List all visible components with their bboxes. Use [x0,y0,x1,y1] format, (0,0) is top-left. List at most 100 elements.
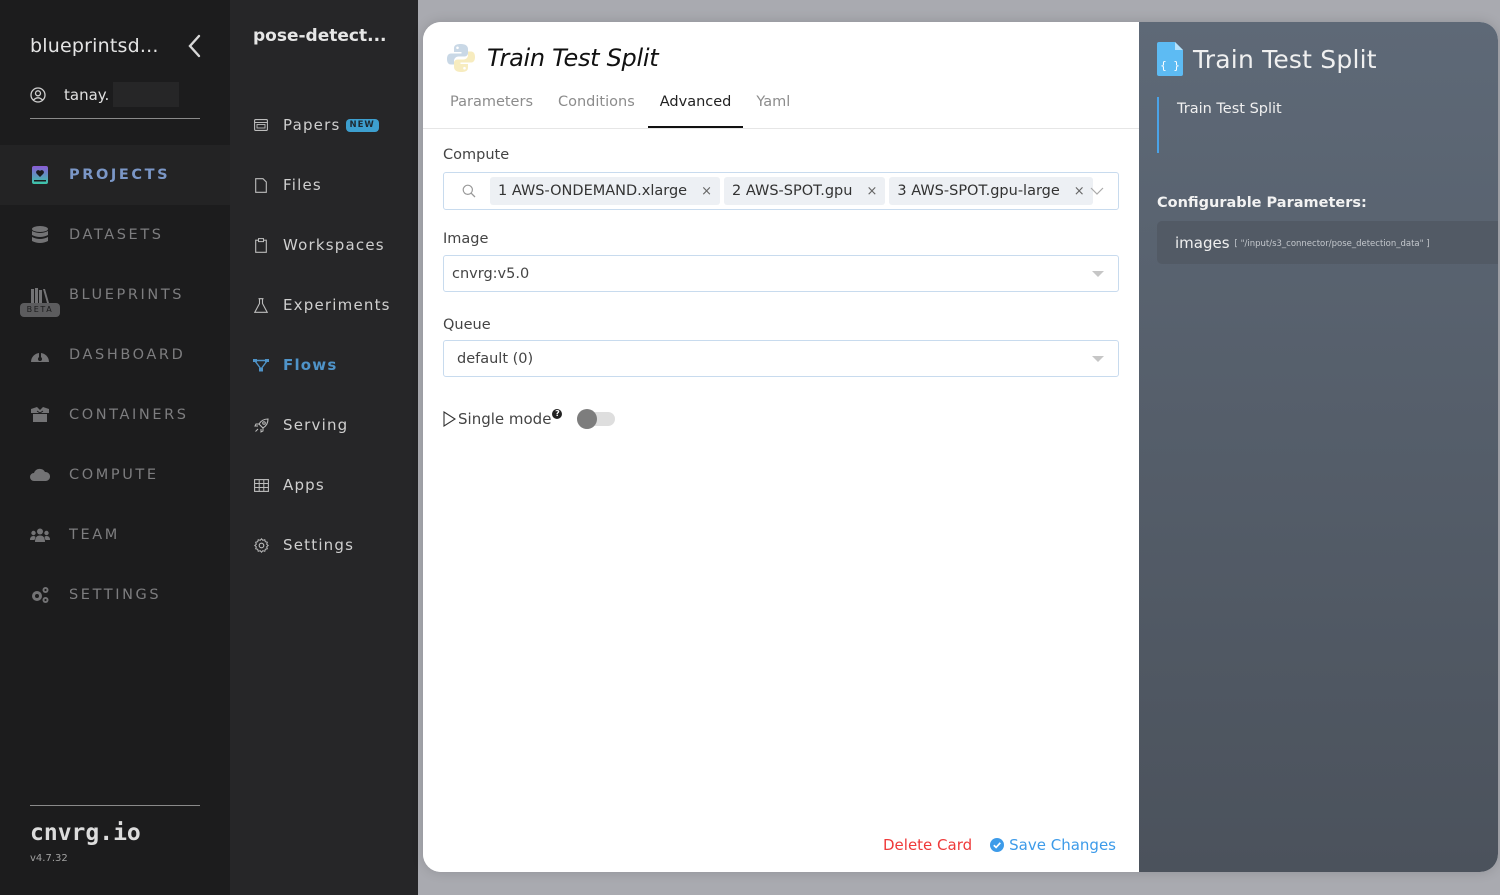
gauge-icon [30,345,50,365]
nav-label: TEAM [69,527,120,543]
project-nav-label: Workspaces [283,236,385,254]
details-description: Train Test Split [1157,97,1282,153]
remove-tag-icon[interactable]: × [701,184,712,199]
toggle-knob [577,409,598,429]
tab-advanced[interactable]: Advanced [647,86,744,128]
project-nav-apps[interactable]: Apps [230,455,418,515]
nav-label: PROJECTS [69,167,171,183]
remove-tag-icon[interactable]: × [866,184,877,199]
help-icon[interactable]: ? [552,409,563,419]
remove-tag-icon[interactable]: × [1074,184,1085,199]
nav-item-team[interactable]: TEAM [0,505,230,565]
search-icon [462,184,476,198]
project-title[interactable]: pose-detect... [253,26,387,46]
project-nav-serving[interactable]: Serving [230,395,418,455]
queue-value: default (0) [457,350,534,367]
chevron-left-icon [188,34,201,58]
project-nav-workspaces[interactable]: Workspaces [230,215,418,275]
gear-icon [253,537,269,553]
main-nav: PROJECTS DATASETS BLUEPRINTS DASHBOARD C… [0,145,230,625]
nav-label: BLUEPRINTS [69,287,185,303]
save-changes-button[interactable]: Save Changes [990,836,1116,854]
beta-badge: BETA [20,303,60,317]
check-circle-icon [990,838,1005,852]
card-title: Train Test Split [487,44,659,72]
nav-label: DASHBOARD [69,347,186,363]
flask-icon [253,297,269,313]
project-nav-label: Flows [283,356,338,374]
grid-icon [253,477,269,493]
compute-tag: 2 AWS-SPOT.gpu × [724,177,886,205]
nav-label: SETTINGS [69,587,162,603]
card-settings-panel: Train Test Split Parameters Conditions A… [423,22,1139,872]
collapse-sidebar-button[interactable] [183,33,205,59]
project-sidebar: pose-detect... Papers NEW Files Workspac… [230,0,418,895]
project-nav-label: Serving [283,416,349,434]
parameter-name: images [1175,233,1230,252]
user-circle-icon [30,86,46,103]
chevron-down-icon[interactable] [1090,184,1104,198]
tab-yaml[interactable]: Yaml [744,86,802,128]
queue-select[interactable]: default (0) [443,340,1119,377]
parameter-value: [ "/input/s3_connector/pose_detection_da… [1234,239,1430,249]
new-badge: NEW [345,118,379,132]
project-nav-label: Settings [283,536,355,554]
nav-item-containers[interactable]: CONTAINERS [0,385,230,445]
org-name[interactable]: blueprintsd... [30,35,159,57]
project-nav-flows[interactable]: Flows [230,335,418,395]
compute-label: Compute [443,147,510,163]
image-select[interactable]: cnvrg:v5.0 [443,255,1119,292]
details-header: { } Train Test Split [1157,42,1377,76]
project-nav-settings[interactable]: Settings [230,515,418,575]
project-nav-experiments[interactable]: Experiments [230,275,418,335]
gears-icon [30,585,50,605]
nav-item-settings[interactable]: SETTINGS [0,565,230,625]
nav-item-datasets[interactable]: DATASETS [0,205,230,265]
card-header: Train Test Split [445,42,659,74]
user-name-redaction [113,82,180,107]
project-nav-papers[interactable]: Papers NEW [230,95,418,155]
projects-book-icon [30,165,50,185]
delete-card-button[interactable]: Delete Card [883,836,972,854]
json-file-icon: { } [1157,42,1183,76]
compute-multiselect[interactable]: 1 AWS-ONDEMAND.xlarge × 2 AWS-SPOT.gpu × 3… [443,172,1119,210]
database-icon [30,225,50,245]
image-value: cnvrg:v5.0 [452,265,530,282]
tab-conditions[interactable]: Conditions [546,86,647,128]
user-row[interactable]: tanay. [30,82,180,107]
brand-logo: cnvrg.io [30,820,141,846]
users-icon [30,525,50,545]
sidebar-divider-bottom [30,805,200,806]
user-name: tanay. [64,85,110,104]
caret-down-icon [1092,271,1104,277]
configurable-parameters-label: Configurable Parameters: [1157,195,1367,211]
flows-icon [253,357,269,373]
nav-item-projects[interactable]: PROJECTS [0,145,230,205]
papers-icon [253,117,269,133]
queue-label: Queue [443,317,491,333]
main-sidebar: blueprintsd... tanay. PROJECTS DATASETS … [0,0,230,895]
compute-tag: 1 AWS-ONDEMAND.xlarge × [490,177,721,205]
clipboard-icon [253,237,269,253]
save-changes-label: Save Changes [1009,836,1116,854]
card-details-panel: { } Train Test Split Train Test Split Co… [1139,22,1498,872]
expand-triangle-icon[interactable] [443,411,456,427]
compute-tag-label: 3 AWS-SPOT.gpu-large [897,183,1060,199]
tab-parameters[interactable]: Parameters [438,86,545,128]
parameter-row: images [ "/input/s3_connector/pose_detec… [1157,221,1498,264]
card-tabs: Parameters Conditions Advanced Yaml [438,86,803,128]
details-title: Train Test Split [1193,44,1377,74]
project-nav-files[interactable]: Files [230,155,418,215]
cloud-icon [30,465,50,485]
org-row: blueprintsd... [30,33,205,59]
nav-item-dashboard[interactable]: DASHBOARD [0,325,230,385]
single-mode-toggle[interactable] [577,409,616,429]
card-footer: Delete Card Save Changes [883,836,1116,854]
file-icon [253,177,269,193]
nav-item-compute[interactable]: COMPUTE [0,445,230,505]
nav-label: COMPUTE [69,467,159,483]
nav-label: DATASETS [69,227,164,243]
single-mode-row: Single mode ? [443,409,616,429]
tabs-divider [423,128,1139,129]
project-nav: Papers NEW Files Workspaces Experiments … [230,95,418,575]
